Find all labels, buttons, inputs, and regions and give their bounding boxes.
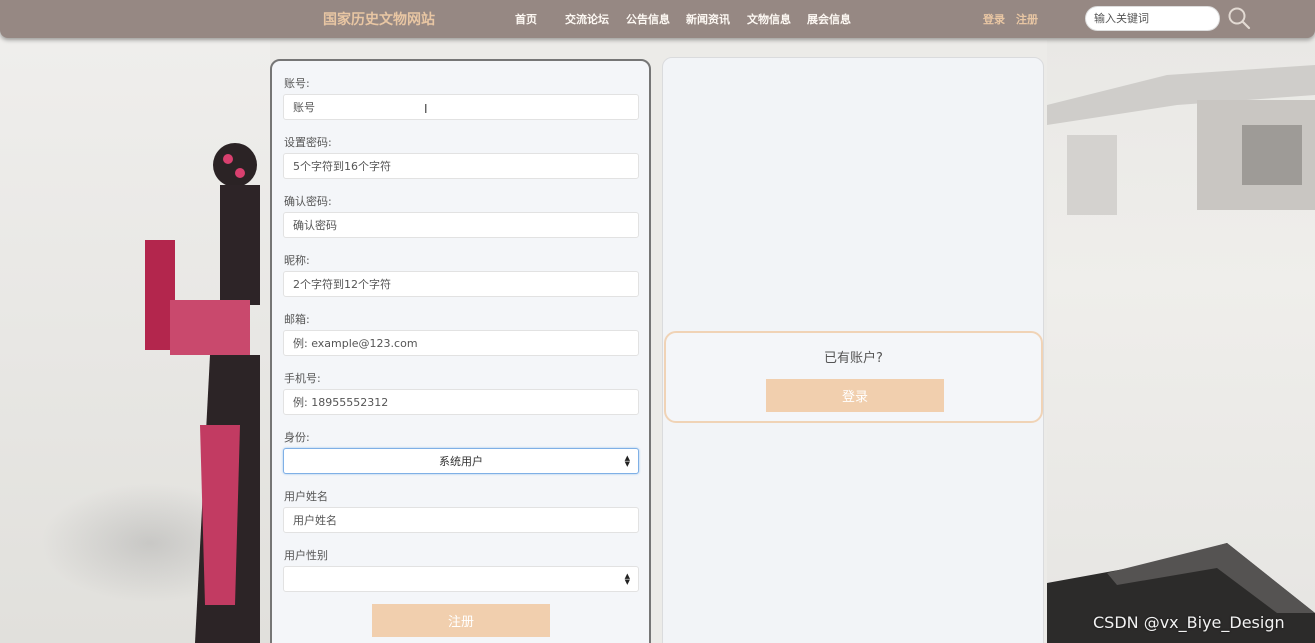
nav-exhibitions[interactable]: 展会信息 [807,11,851,27]
user-name-input[interactable] [283,507,639,533]
login-button[interactable]: 登录 [766,379,944,412]
traditional-house-decoration [1047,65,1315,215]
shadow-puppet-figure [145,143,260,643]
identity-label: 身份: [284,431,310,444]
password-input[interactable] [283,153,639,179]
top-navbar: 国家历史文物网站 首页 交流论坛 公告信息 新闻资讯 文物信息 展会信息 登录 … [0,0,1315,38]
search-input[interactable] [1085,6,1220,31]
identity-select[interactable]: 系统用户 ▲ ▼ [283,448,639,474]
email-input[interactable] [283,330,639,356]
header-login-link[interactable]: 登录 [983,11,1005,27]
email-label: 邮箱: [284,313,310,326]
phone-label: 手机号: [284,372,321,385]
user-name-label: 用户姓名 [284,490,328,503]
user-gender-label: 用户性别 [284,549,328,562]
nickname-input[interactable] [283,271,639,297]
account-label: 账号: [284,77,310,90]
have-account-text: 已有账户? [824,351,883,366]
identity-select-value: 系统用户 [439,455,483,468]
select-arrows-icon: ▲ ▼ [624,572,630,586]
phone-input[interactable] [283,389,639,415]
nav-forum[interactable]: 交流论坛 [565,11,609,27]
watermark: CSDN @vx_Biye_Design [1093,613,1285,632]
nav-relics[interactable]: 文物信息 [747,11,791,27]
gender-select[interactable]: ▲ ▼ [283,566,639,592]
login-side-panel: 已有账户? 登录 [662,57,1044,643]
login-prompt-card: 已有账户? 登录 [664,331,1043,423]
register-button[interactable]: 注册 [372,604,550,637]
account-input[interactable] [283,94,639,120]
password-label: 设置密码: [284,136,332,149]
nav-announcements[interactable]: 公告信息 [626,11,670,27]
confirm-password-input[interactable] [283,212,639,238]
header-register-link[interactable]: 注册 [1016,11,1038,27]
nav-news[interactable]: 新闻资讯 [686,11,730,27]
nav-home[interactable]: 首页 [515,11,537,27]
text-cursor-icon: I [424,102,428,116]
confirm-password-label: 确认密码: [284,195,332,208]
search-icon[interactable] [1227,6,1251,30]
site-title[interactable]: 国家历史文物网站 [323,9,435,29]
nickname-label: 昵称: [284,254,310,267]
select-arrows-icon: ▲ ▼ [624,454,630,468]
register-form-panel: 账号: 设置密码: 确认密码: 昵称: 邮箱: 手机号: 身份: 系统用户 ▲▼… [270,59,651,643]
